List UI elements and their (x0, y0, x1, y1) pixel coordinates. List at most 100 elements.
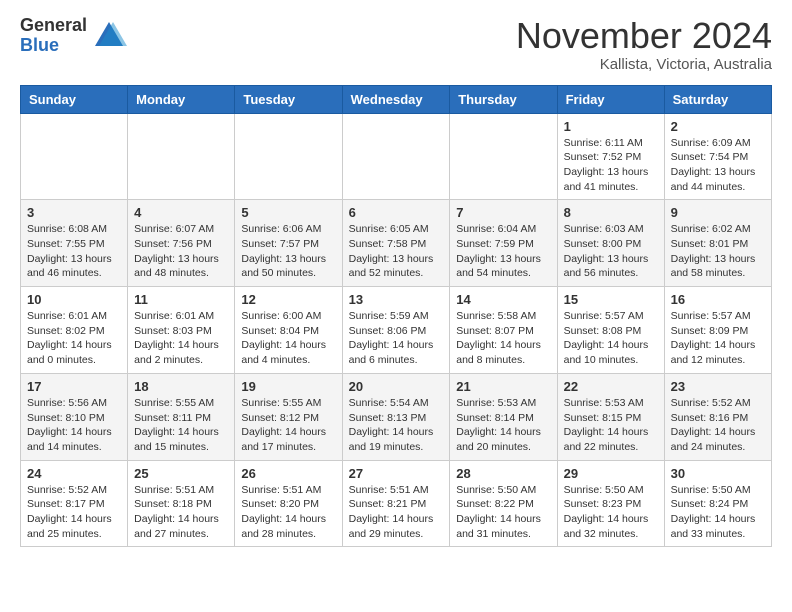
day-info: Sunrise: 5:58 AMSunset: 8:07 PMDaylight:… (456, 309, 550, 368)
day-info: Sunrise: 6:04 AMSunset: 7:59 PMDaylight:… (456, 222, 550, 281)
calendar-cell: 8 Sunrise: 6:03 AMSunset: 8:00 PMDaylight… (557, 200, 664, 287)
calendar-cell: 13Sunrise: 5:59 AMSunset: 8:06 PMDayligh… (342, 287, 450, 374)
calendar-cell (450, 113, 557, 200)
logo-general-text: General (20, 16, 87, 36)
day-number: 10 (27, 292, 121, 307)
calendar-cell (235, 113, 342, 200)
calendar-header-row: Sunday Monday Tuesday Wednesday Thursday… (21, 85, 772, 113)
col-friday: Friday (557, 85, 664, 113)
day-info: Sunrise: 6:01 AMSunset: 8:02 PMDaylight:… (27, 309, 121, 368)
page: General Blue November 2024 Kallista, Vic… (0, 0, 792, 563)
day-number: 5 (241, 205, 335, 220)
calendar-cell: 28Sunrise: 5:50 AMSunset: 8:22 PMDayligh… (450, 460, 557, 547)
day-number: 2 (671, 119, 765, 134)
day-number: 1 (564, 119, 658, 134)
day-info: Sunrise: 6:08 AMSunset: 7:55 PMDaylight:… (27, 222, 121, 281)
day-info: Sunrise: 5:53 AMSunset: 8:14 PMDaylight:… (456, 396, 550, 455)
day-number: 7 (456, 205, 550, 220)
calendar-cell: 10 Sunrise: 6:01 AMSunset: 8:02 PMDayligh… (21, 287, 128, 374)
day-number: 6 (349, 205, 444, 220)
calendar-cell: 17 Sunrise: 5:56 AMSunset: 8:10 PMDayligh… (21, 373, 128, 460)
day-info: Sunrise: 6:01 AMSunset: 8:03 PMDaylight:… (134, 309, 228, 368)
day-number: 23 (671, 379, 765, 394)
logo: General Blue (20, 16, 127, 56)
calendar-cell: 14 Sunrise: 5:58 AMSunset: 8:07 PMDayligh… (450, 287, 557, 374)
calendar-cell: 4 Sunrise: 6:07 AMSunset: 7:56 PMDaylight… (128, 200, 235, 287)
calendar-cell: 15Sunrise: 5:57 AMSunset: 8:08 PMDayligh… (557, 287, 664, 374)
col-thursday: Thursday (450, 85, 557, 113)
calendar-cell: 24Sunrise: 5:52 AMSunset: 8:17 PMDayligh… (21, 460, 128, 547)
day-number: 21 (456, 379, 550, 394)
day-info: Sunrise: 5:57 AMSunset: 8:09 PMDaylight:… (671, 309, 765, 368)
day-info: Sunrise: 6:07 AMSunset: 7:56 PMDaylight:… (134, 222, 228, 281)
calendar-cell: 16 Sunrise: 5:57 AMSunset: 8:09 PMDayligh… (664, 287, 771, 374)
header: General Blue November 2024 Kallista, Vic… (20, 16, 772, 73)
day-number: 27 (349, 466, 444, 481)
day-info: Sunrise: 5:53 AMSunset: 8:15 PMDaylight:… (564, 396, 658, 455)
calendar-cell: 9Sunrise: 6:02 AMSunset: 8:01 PMDaylight… (664, 200, 771, 287)
calendar-cell: 2 Sunrise: 6:09 AMSunset: 7:54 PMDaylight… (664, 113, 771, 200)
calendar-cell (128, 113, 235, 200)
calendar-week-row-2: 3 Sunrise: 6:08 AMSunset: 7:55 PMDaylight… (21, 200, 772, 287)
col-tuesday: Tuesday (235, 85, 342, 113)
calendar-cell: 23Sunrise: 5:52 AMSunset: 8:16 PMDayligh… (664, 373, 771, 460)
calendar-cell (342, 113, 450, 200)
month-title: November 2024 (516, 16, 772, 56)
day-number: 12 (241, 292, 335, 307)
calendar-cell: 6 Sunrise: 6:05 AMSunset: 7:58 PMDaylight… (342, 200, 450, 287)
day-info: Sunrise: 5:50 AMSunset: 8:22 PMDaylight:… (456, 483, 550, 542)
calendar-week-row-3: 10 Sunrise: 6:01 AMSunset: 8:02 PMDayligh… (21, 287, 772, 374)
calendar-week-row-4: 17 Sunrise: 5:56 AMSunset: 8:10 PMDayligh… (21, 373, 772, 460)
day-number: 11 (134, 292, 228, 307)
calendar-cell: 20Sunrise: 5:54 AMSunset: 8:13 PMDayligh… (342, 373, 450, 460)
calendar-cell: 30Sunrise: 5:50 AMSunset: 8:24 PMDayligh… (664, 460, 771, 547)
calendar-cell: 22 Sunrise: 5:53 AMSunset: 8:15 PMDayligh… (557, 373, 664, 460)
day-number: 19 (241, 379, 335, 394)
calendar-cell: 5 Sunrise: 6:06 AMSunset: 7:57 PMDaylight… (235, 200, 342, 287)
calendar-cell: 25Sunrise: 5:51 AMSunset: 8:18 PMDayligh… (128, 460, 235, 547)
day-number: 18 (134, 379, 228, 394)
day-info: Sunrise: 5:51 AMSunset: 8:18 PMDaylight:… (134, 483, 228, 542)
day-info: Sunrise: 6:06 AMSunset: 7:57 PMDaylight:… (241, 222, 335, 281)
calendar-cell: 11 Sunrise: 6:01 AMSunset: 8:03 PMDayligh… (128, 287, 235, 374)
day-number: 4 (134, 205, 228, 220)
calendar-cell: 26 Sunrise: 5:51 AMSunset: 8:20 PMDayligh… (235, 460, 342, 547)
day-info: Sunrise: 6:09 AMSunset: 7:54 PMDaylight:… (671, 136, 765, 195)
logo-text: General Blue (20, 16, 87, 56)
day-number: 22 (564, 379, 658, 394)
day-number: 8 (564, 205, 658, 220)
day-info: Sunrise: 6:02 AMSunset: 8:01 PMDaylight:… (671, 222, 765, 281)
day-number: 15 (564, 292, 658, 307)
day-info: Sunrise: 6:05 AMSunset: 7:58 PMDaylight:… (349, 222, 444, 281)
calendar-cell: 21 Sunrise: 5:53 AMSunset: 8:14 PMDayligh… (450, 373, 557, 460)
calendar-cell: 29Sunrise: 5:50 AMSunset: 8:23 PMDayligh… (557, 460, 664, 547)
calendar-cell: 27 Sunrise: 5:51 AMSunset: 8:21 PMDayligh… (342, 460, 450, 547)
day-info: Sunrise: 5:52 AMSunset: 8:17 PMDaylight:… (27, 483, 121, 542)
day-number: 16 (671, 292, 765, 307)
location: Kallista, Victoria, Australia (516, 56, 772, 73)
day-info: Sunrise: 6:03 AMSunset: 8:00 PMDaylight:… (564, 222, 658, 281)
day-number: 17 (27, 379, 121, 394)
col-wednesday: Wednesday (342, 85, 450, 113)
day-number: 3 (27, 205, 121, 220)
day-info: Sunrise: 5:51 AMSunset: 8:21 PMDaylight:… (349, 483, 444, 542)
title-block: November 2024 Kallista, Victoria, Austra… (516, 16, 772, 73)
calendar-cell: 3 Sunrise: 6:08 AMSunset: 7:55 PMDaylight… (21, 200, 128, 287)
day-info: Sunrise: 6:11 AMSunset: 7:52 PMDaylight:… (564, 136, 658, 195)
day-info: Sunrise: 5:54 AMSunset: 8:13 PMDaylight:… (349, 396, 444, 455)
day-number: 13 (349, 292, 444, 307)
day-number: 14 (456, 292, 550, 307)
day-info: Sunrise: 5:51 AMSunset: 8:20 PMDaylight:… (241, 483, 335, 542)
day-number: 29 (564, 466, 658, 481)
day-info: Sunrise: 5:56 AMSunset: 8:10 PMDaylight:… (27, 396, 121, 455)
logo-blue-text: Blue (20, 36, 87, 56)
calendar-week-row-1: 1 Sunrise: 6:11 AMSunset: 7:52 PMDaylight… (21, 113, 772, 200)
calendar-cell: 19Sunrise: 5:55 AMSunset: 8:12 PMDayligh… (235, 373, 342, 460)
logo-icon (91, 18, 127, 54)
day-number: 26 (241, 466, 335, 481)
calendar-cell: 1 Sunrise: 6:11 AMSunset: 7:52 PMDaylight… (557, 113, 664, 200)
calendar-cell: 18Sunrise: 5:55 AMSunset: 8:11 PMDayligh… (128, 373, 235, 460)
day-info: Sunrise: 6:00 AMSunset: 8:04 PMDaylight:… (241, 309, 335, 368)
calendar-week-row-5: 24Sunrise: 5:52 AMSunset: 8:17 PMDayligh… (21, 460, 772, 547)
calendar-cell (21, 113, 128, 200)
